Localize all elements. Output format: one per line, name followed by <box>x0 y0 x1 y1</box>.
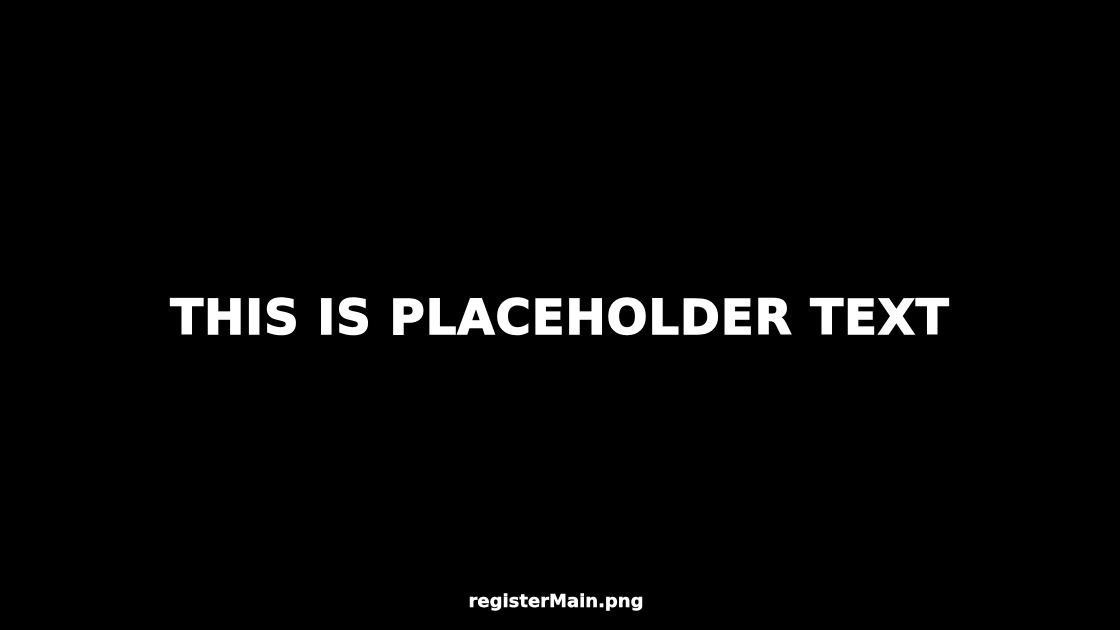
placeholder-headline: THIS IS PLACEHOLDER TEXT <box>170 289 950 347</box>
placeholder-filename: registerMain.png <box>468 591 644 612</box>
placeholder-screen: THIS IS PLACEHOLDER TEXT registerMain.pn… <box>0 0 1120 630</box>
